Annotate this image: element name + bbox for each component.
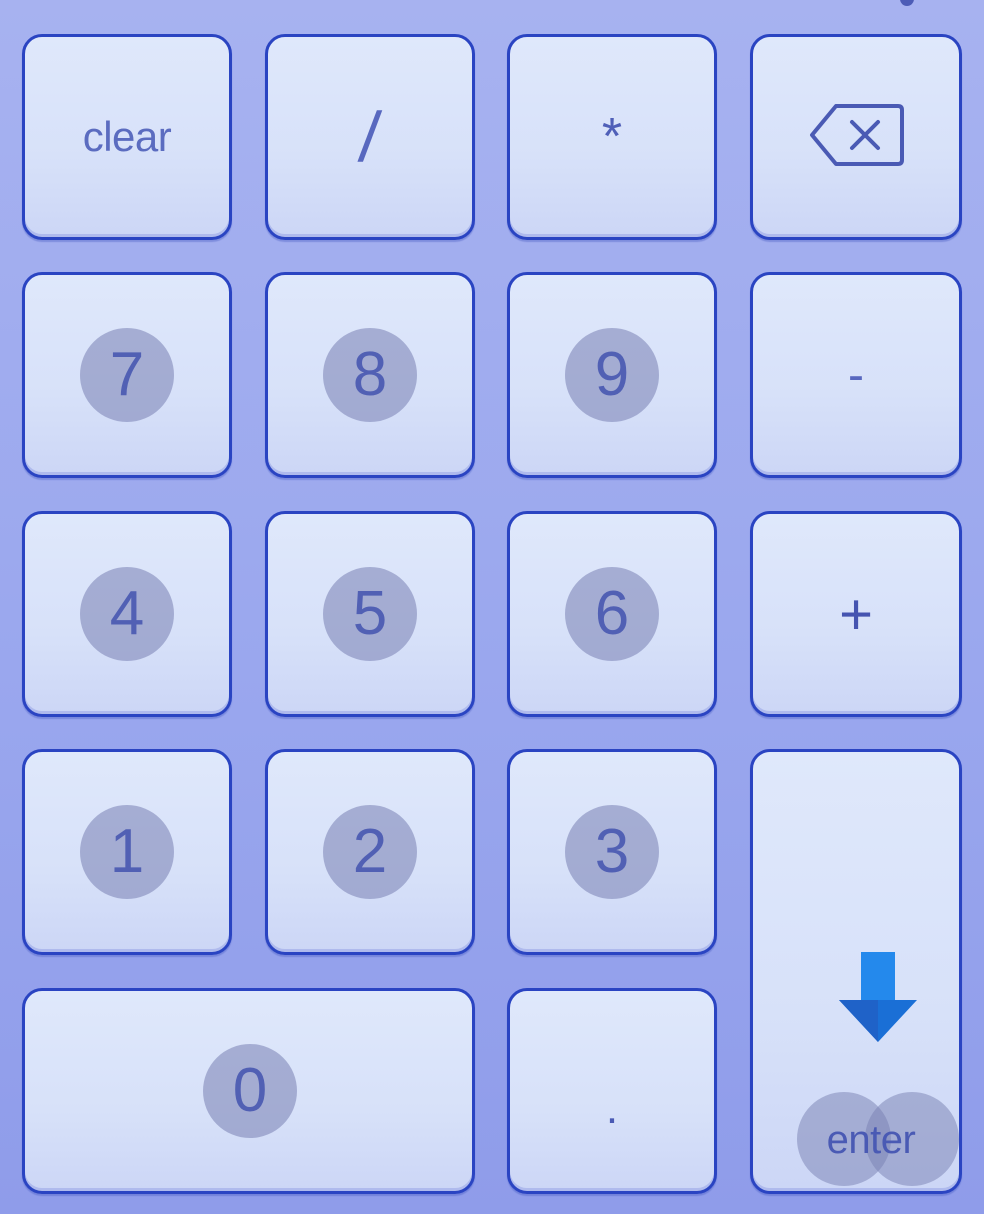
clear-key[interactable]: clear bbox=[22, 34, 232, 240]
enter-key[interactable]: enter bbox=[750, 749, 962, 1194]
key-9-label: 9 bbox=[565, 328, 659, 422]
key-9[interactable]: 9 bbox=[507, 272, 717, 478]
key-7-label: 7 bbox=[80, 328, 174, 422]
enter-key-label: enter bbox=[826, 1118, 916, 1162]
plus-key-label: + bbox=[839, 581, 873, 647]
divide-key[interactable]: / bbox=[265, 34, 475, 240]
clear-key-label: clear bbox=[82, 113, 172, 160]
key-1[interactable]: 1 bbox=[22, 749, 232, 955]
key-5-label: 5 bbox=[323, 567, 417, 661]
key-1-label: 1 bbox=[80, 805, 174, 899]
key-6-label: 6 bbox=[565, 567, 659, 661]
key-4-label: 4 bbox=[80, 567, 174, 661]
key-5[interactable]: 5 bbox=[265, 511, 475, 717]
key-4[interactable]: 4 bbox=[22, 511, 232, 717]
key-2-label: 2 bbox=[323, 805, 417, 899]
key-2[interactable]: 2 bbox=[265, 749, 475, 955]
key-8[interactable]: 8 bbox=[265, 272, 475, 478]
key-7[interactable]: 7 bbox=[22, 272, 232, 478]
numeric-keypad: clear / * 7 8 9 - 4 5 6 + 1 2 3 enter 0 … bbox=[0, 0, 984, 1214]
multiply-key-label: * bbox=[601, 108, 623, 166]
minus-key[interactable]: - bbox=[750, 272, 962, 478]
key-3-label: 3 bbox=[565, 805, 659, 899]
minus-key-label: - bbox=[848, 348, 864, 402]
multiply-key[interactable]: * bbox=[507, 34, 717, 240]
backspace-icon bbox=[806, 100, 906, 175]
plus-key[interactable]: + bbox=[750, 511, 962, 717]
backspace-key[interactable] bbox=[750, 34, 962, 240]
key-0[interactable]: 0 bbox=[22, 988, 475, 1194]
key-0-label: 0 bbox=[203, 1044, 297, 1138]
decimal-key-label: . bbox=[605, 1084, 619, 1133]
arrow-down-icon bbox=[839, 950, 921, 1051]
divide-key-label: / bbox=[356, 98, 384, 176]
decimal-key[interactable]: . bbox=[507, 988, 717, 1194]
key-3[interactable]: 3 bbox=[507, 749, 717, 955]
key-8-label: 8 bbox=[323, 328, 417, 422]
key-6[interactable]: 6 bbox=[507, 511, 717, 717]
corner-mark bbox=[900, 0, 914, 6]
